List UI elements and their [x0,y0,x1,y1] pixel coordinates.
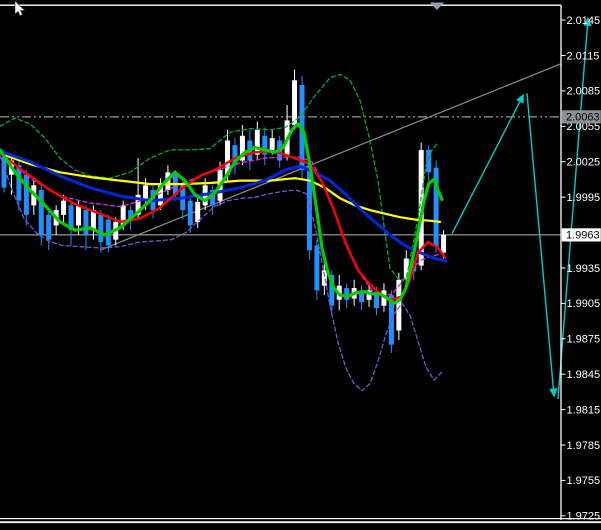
axis-label: 1.9755 [567,475,601,487]
candle-body [441,234,447,253]
candle-body [61,200,67,215]
candle-body [396,279,402,331]
axis-label: 1.9845 [567,369,601,381]
axis-label: 1.9995 [567,192,601,204]
bottom-border-line-2 [0,521,601,524]
axis-label: 2.0145 [567,15,601,27]
candle-body [187,200,193,226]
price-box-label: 2.0063 [566,112,600,124]
chart-background [0,0,601,530]
chart-window: 2.0145 2.0115 2.0085 2.0055 2.0025 1.9995 1.99… [0,0,601,530]
price-box-label: 1.9963 [566,230,600,242]
candle-body [83,210,89,235]
candle-body [98,214,104,242]
candle-body [38,190,44,235]
axis-label: 1.9725 [567,511,601,523]
candle-body [23,174,29,215]
axis-label: 1.9815 [567,404,601,416]
bottom-border-line-1 [0,518,601,520]
axis-label: 1.9785 [567,440,601,452]
candle-body [292,80,298,126]
axis-label: 1.9905 [567,298,601,310]
axis-label: 2.0085 [567,86,601,98]
axis-label: 2.0025 [567,157,601,169]
candle-body [195,201,201,222]
top-border-line [0,4,561,6]
candle-body [76,205,81,226]
candle-body [344,288,350,300]
axis-label: 2.0115 [567,50,600,62]
axis-label: 1.9875 [567,334,601,346]
candle-body [269,138,275,150]
candle-body [46,214,52,240]
candle-body [314,245,320,291]
price-chart[interactable]: 2.01452.01152.00852.00552.00251.99951.99… [0,0,601,530]
axis-label: 1.9935 [567,263,601,275]
